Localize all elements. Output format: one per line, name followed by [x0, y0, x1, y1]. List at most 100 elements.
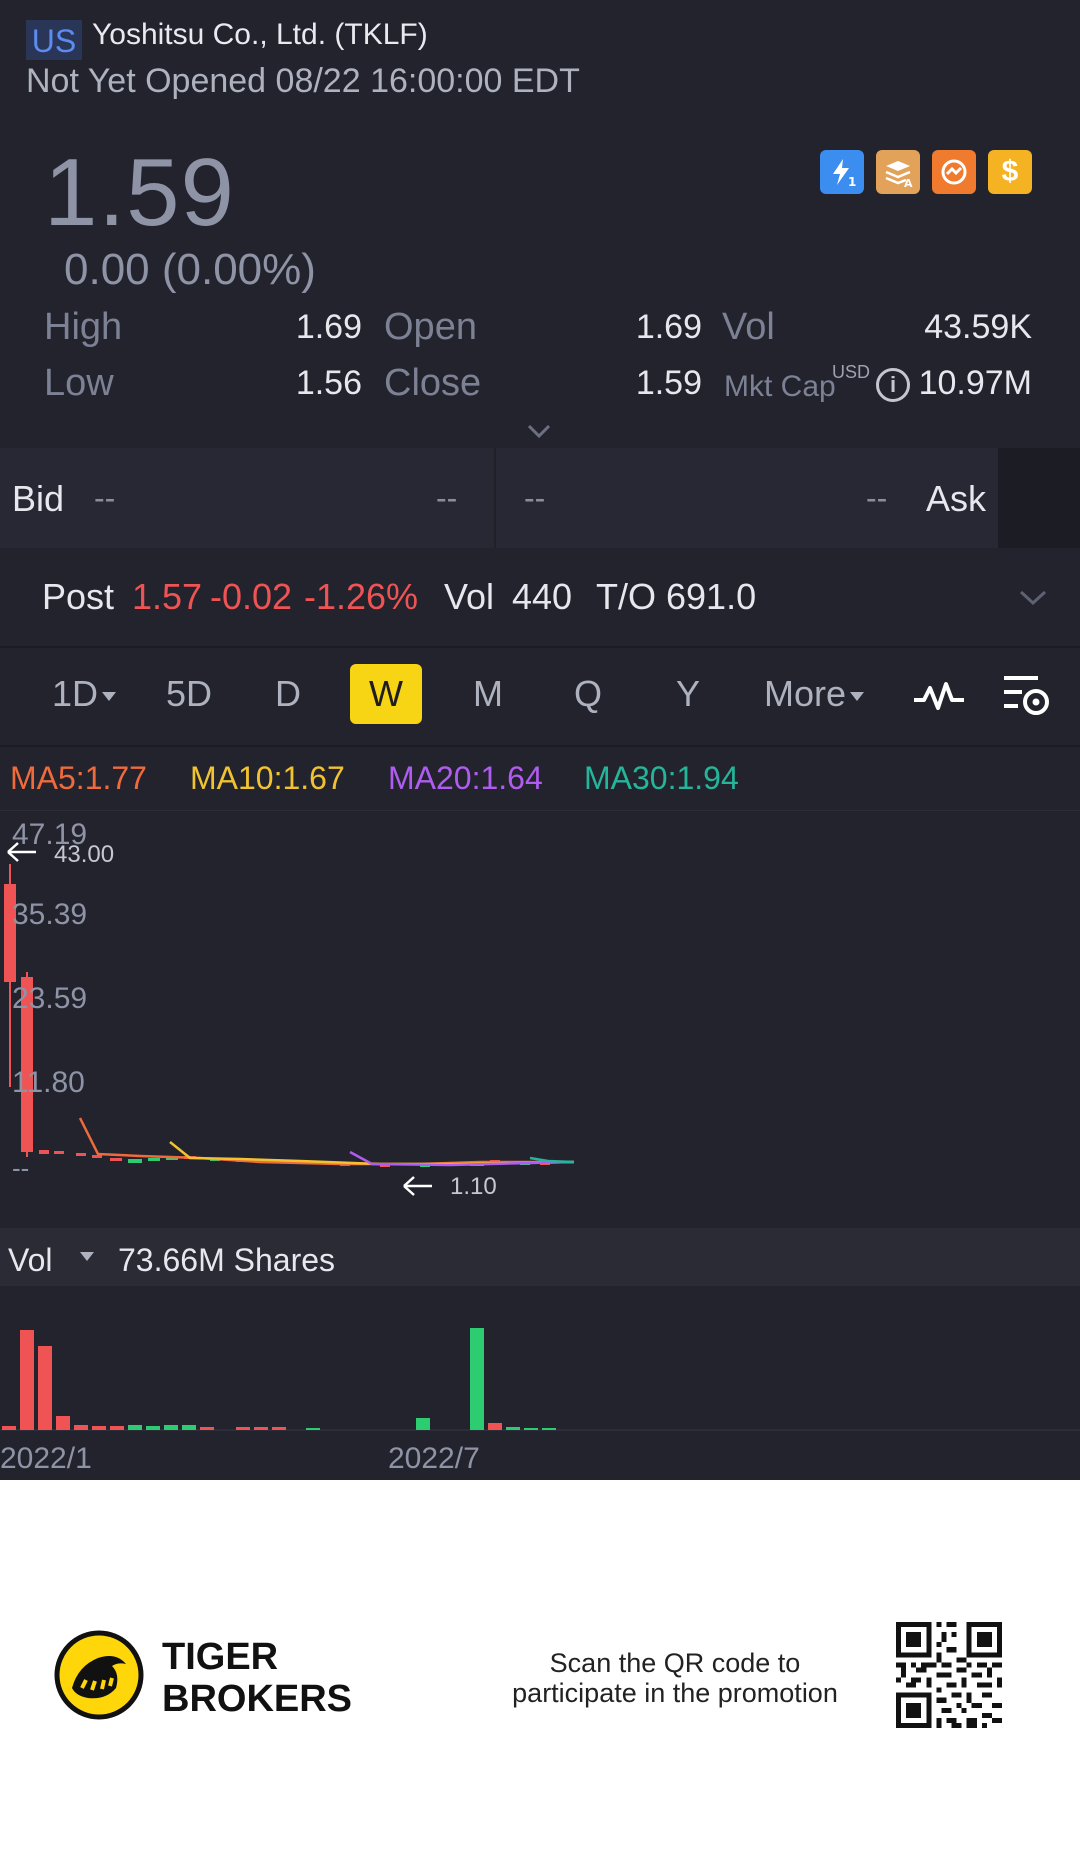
ma20-value: MA20:1.64: [388, 760, 543, 796]
high-label: High: [44, 306, 123, 348]
volume-value: 73.66M Shares: [118, 1242, 336, 1278]
ma30-value: MA30:1.94: [584, 760, 739, 796]
open-label: Open: [384, 306, 477, 348]
close-label: Close: [384, 362, 482, 404]
chart-settings-icon[interactable]: [1000, 672, 1054, 718]
volume-label[interactable]: Vol: [8, 1242, 52, 1279]
low-label: Low: [44, 362, 114, 404]
volume-bar: [470, 1328, 484, 1430]
volume-bar: [488, 1423, 502, 1430]
y-axis-label: 11.80: [12, 1066, 85, 1099]
volume-bar: [110, 1426, 124, 1430]
volume-bar: [236, 1427, 250, 1430]
stack-a-icon[interactable]: A: [876, 150, 920, 194]
ma5-line: [78, 1117, 574, 1166]
tab-m[interactable]: M: [464, 664, 512, 724]
candle: [76, 1153, 86, 1156]
tiger-brokers-logo-icon: [54, 1630, 144, 1720]
close-value: 1.59: [635, 364, 702, 402]
post-change: -0.02: [210, 576, 293, 617]
brand-line1: TIGER: [162, 1636, 279, 1678]
divider: [0, 810, 1080, 811]
tab-w[interactable]: W: [350, 664, 422, 724]
mktcap-unit: USD: [832, 362, 871, 382]
ma5-value: MA5:1.77: [10, 760, 147, 796]
candle: [92, 1155, 102, 1158]
ask-size: --: [866, 480, 888, 516]
tiger-options-icon[interactable]: [932, 150, 976, 194]
volume-bar: [306, 1428, 320, 1430]
candle: [39, 1150, 49, 1154]
promo-qr-code[interactable]: [896, 1622, 1002, 1728]
volume-chart: 2022/1 2022/7: [0, 1328, 1080, 1475]
open-value: 1.69: [635, 308, 702, 346]
bid-label: Bid: [12, 478, 65, 519]
post-to-label: T/O: [596, 576, 656, 617]
tab-d[interactable]: D: [264, 664, 312, 724]
volume-bar: [56, 1416, 70, 1430]
volume-bar: [272, 1427, 286, 1430]
post-vol-label: Vol: [444, 576, 495, 617]
volume-bar: [542, 1428, 556, 1430]
low-marker: 1.10: [450, 1173, 497, 1200]
bid-price: --: [94, 480, 116, 516]
post-percent: -1.26%: [304, 576, 419, 617]
low-arrow-icon: [403, 1176, 432, 1196]
volume-bar: [524, 1428, 538, 1430]
expand-chevron-icon[interactable]: [526, 418, 552, 444]
post-price: 1.57: [132, 576, 203, 617]
mktcap-label: Mkt Cap: [724, 370, 836, 403]
scan-line2: participate in the promotion: [512, 1678, 838, 1708]
volume-bar: [416, 1418, 430, 1430]
tab-5d[interactable]: 5D: [156, 664, 222, 724]
volume-dropdown-caret-icon[interactable]: [80, 1252, 94, 1261]
volume-bar: [200, 1427, 214, 1430]
y-axis-label: 35.39: [12, 898, 87, 931]
bid-ask-panel: [0, 448, 998, 548]
post-vol-value: 440: [512, 576, 573, 617]
indicator-wave-icon[interactable]: [912, 676, 966, 716]
candlestick-chart[interactable]: 47.19 35.39 23.59 11.80 -- 43.00 1.10: [0, 812, 1080, 1226]
divider: [0, 646, 1080, 648]
volume-bar: [254, 1427, 268, 1430]
y-axis-label: --: [12, 1153, 29, 1183]
high-marker: 43.00: [54, 841, 114, 868]
tab-y[interactable]: Y: [664, 664, 712, 724]
candle: [54, 1151, 64, 1154]
tab-more[interactable]: More: [756, 664, 872, 724]
feature-badges: 1 A $: [820, 150, 1032, 194]
volume-bar: [182, 1425, 196, 1430]
dollar-icon[interactable]: $: [988, 150, 1032, 194]
market-badge: US: [26, 20, 82, 60]
volume-bar: [2, 1426, 16, 1430]
lightning-level1-icon[interactable]: 1: [820, 150, 864, 194]
volume-bar: [74, 1425, 88, 1430]
ask-price: --: [524, 480, 546, 516]
post-to-value: 691.0: [666, 576, 757, 617]
divider: [0, 745, 1080, 747]
ask-label: Ask: [926, 478, 987, 519]
y-axis-label: 23.59: [12, 982, 87, 1015]
vol-label: Vol: [722, 306, 775, 348]
tab-1d[interactable]: 1D: [44, 664, 124, 724]
bid-size: --: [436, 480, 458, 516]
low-value: 1.56: [295, 364, 362, 402]
high-value: 1.69: [295, 308, 362, 346]
x-axis-label: 2022/1: [0, 1442, 92, 1475]
volume-bar: [164, 1425, 178, 1430]
scan-line1: Scan the QR code to: [549, 1648, 801, 1678]
bid-ask-side: [998, 448, 1080, 548]
volume-bar: [128, 1425, 142, 1430]
svg-text:A: A: [904, 177, 913, 188]
last-price: 1.59: [44, 139, 235, 246]
brand-line2: BROKERS: [162, 1678, 353, 1720]
post-expand-chevron-icon[interactable]: [1018, 586, 1048, 608]
candle: [128, 1159, 142, 1163]
price-change: 0.00 (0.00%): [64, 245, 316, 294]
vol-value: 43.59K: [924, 308, 1032, 346]
x-axis-label: 2022/7: [388, 1442, 480, 1475]
candle: [110, 1158, 122, 1161]
bid-ask-divider: [494, 448, 496, 548]
tab-q[interactable]: Q: [564, 664, 612, 724]
svg-text:1: 1: [848, 175, 856, 188]
